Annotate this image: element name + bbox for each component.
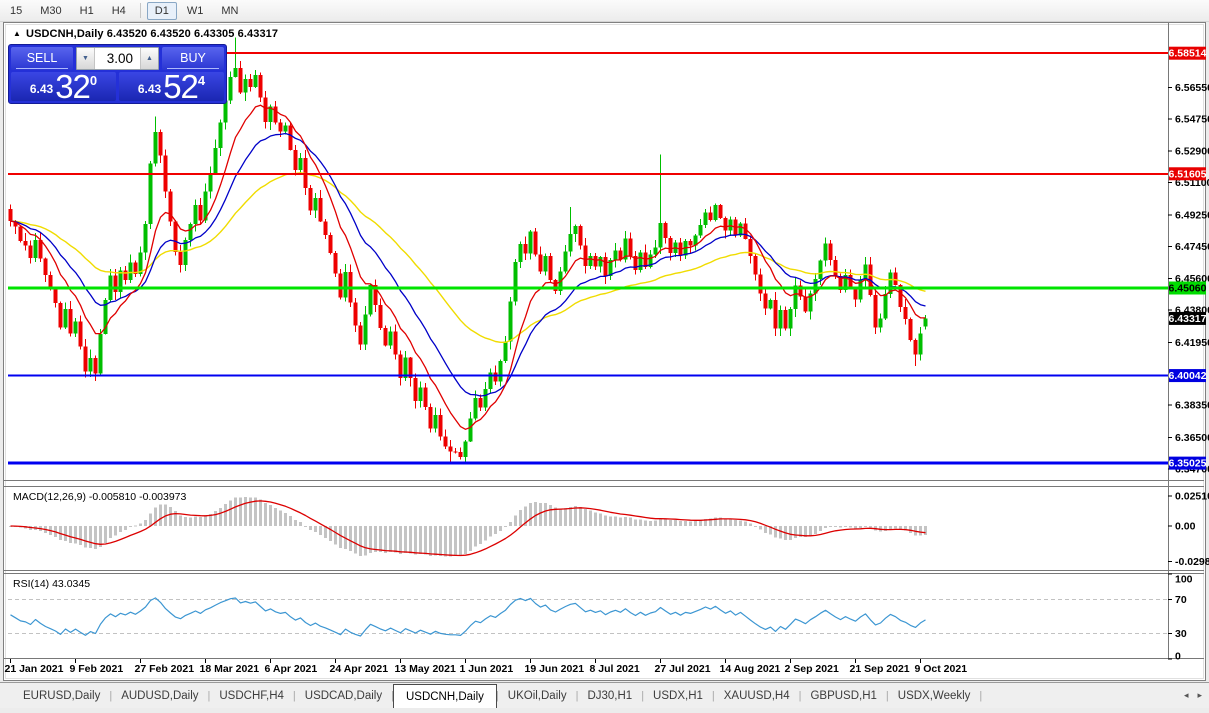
sell-price-small: 6.43: [30, 82, 53, 96]
svg-text:1 Jun 2021: 1 Jun 2021: [460, 663, 514, 675]
volume-decrease-button[interactable]: ▼: [77, 48, 95, 69]
timeframe-toolbar: 15M30H1H4 D1W1MN: [0, 0, 1209, 22]
chart-title: ▲ USDCNH,Daily 6.43520 6.43520 6.43305 6.…: [13, 28, 278, 40]
chart-tab-usdx-weekly[interactable]: USDX,Weekly: [889, 683, 980, 708]
svg-text:100: 100: [1175, 574, 1193, 586]
chart-tab-usdx-h1[interactable]: USDX,H1: [644, 683, 712, 708]
macd-label: MACD(12,26,9) -0.005810 -0.003973: [13, 491, 186, 503]
collapse-arrow-icon[interactable]: ▲: [13, 29, 21, 38]
chart-title-text: USDCNH,Daily 6.43520 6.43520 6.43305 6.4…: [26, 28, 278, 40]
chart-tab-usdcnh-daily[interactable]: USDCNH,Daily: [393, 684, 497, 708]
volume-input[interactable]: 3.00: [95, 48, 140, 69]
chart-tab-dj30-h1[interactable]: DJ30,H1: [578, 683, 641, 708]
timeframe-button-d1[interactable]: D1: [147, 2, 177, 20]
sell-price-big: 32: [55, 72, 90, 101]
sell-button[interactable]: SELL: [11, 47, 73, 70]
svg-text:6.38350: 6.38350: [1175, 400, 1209, 412]
tab-scroll-left-icon[interactable]: ◂: [1184, 690, 1189, 701]
svg-text:6.41950: 6.41950: [1175, 337, 1209, 349]
svg-text:6.51605: 6.51605: [1169, 168, 1207, 180]
sell-price-sup: 0: [90, 73, 97, 88]
timeframe-button-15[interactable]: 15: [2, 2, 30, 20]
svg-text:6.45060: 6.45060: [1169, 283, 1207, 295]
svg-text:6.56550: 6.56550: [1175, 82, 1209, 94]
chart-tabbar: EURUSD,Daily|AUDUSD,Daily|USDCHF,H4|USDC…: [0, 682, 1209, 708]
svg-text:6.49250: 6.49250: [1175, 209, 1209, 221]
svg-text:6.54750: 6.54750: [1175, 113, 1209, 125]
svg-text:14 Aug 2021: 14 Aug 2021: [720, 663, 781, 675]
svg-text:6.43317: 6.43317: [1169, 313, 1207, 325]
svg-text:6 Apr 2021: 6 Apr 2021: [265, 663, 318, 675]
svg-text:6.52900: 6.52900: [1175, 146, 1209, 158]
chart-tab-usdchf-h4[interactable]: USDCHF,H4: [210, 683, 293, 708]
svg-text:6.36500: 6.36500: [1175, 432, 1209, 444]
rsi-label: RSI(14) 43.0345: [13, 578, 90, 590]
tab-scroll-right-icon[interactable]: ▸: [1197, 690, 1202, 701]
svg-text:0.025108: 0.025108: [1175, 491, 1209, 503]
buy-button[interactable]: BUY: [162, 47, 224, 70]
chart-tab-xauusd-h4[interactable]: XAUUSD,H4: [715, 683, 799, 708]
buy-price-big: 52: [163, 72, 198, 101]
svg-text:-0.02988: -0.02988: [1175, 556, 1209, 568]
chart-tab-audusd-daily[interactable]: AUDUSD,Daily: [112, 683, 207, 708]
timeframe-button-h4[interactable]: H4: [104, 2, 134, 20]
timeframe-button-w1[interactable]: W1: [179, 2, 212, 20]
chart-tab-eurusd-daily[interactable]: EURUSD,Daily: [14, 683, 109, 708]
svg-text:6.58514: 6.58514: [1169, 48, 1207, 60]
svg-text:8 Jul 2021: 8 Jul 2021: [590, 663, 640, 675]
svg-text:70: 70: [1175, 594, 1187, 606]
chart-tab-gbpusd-h1[interactable]: GBPUSD,H1: [801, 683, 885, 708]
svg-text:0.00: 0.00: [1175, 521, 1196, 533]
svg-text:19 Jun 2021: 19 Jun 2021: [525, 663, 585, 675]
svg-text:13 May 2021: 13 May 2021: [395, 663, 456, 675]
svg-text:6.47450: 6.47450: [1175, 241, 1209, 253]
chart-tab-ukoil-daily[interactable]: UKOil,Daily: [499, 683, 576, 708]
chart-canvas[interactable]: 6.565506.547506.529006.511006.492506.474…: [0, 0, 1209, 708]
svg-text:27 Feb 2021: 27 Feb 2021: [135, 663, 195, 675]
svg-text:21 Sep 2021: 21 Sep 2021: [850, 663, 910, 675]
volume-spinner: ▼ 3.00 ▲: [76, 47, 159, 70]
buy-price-sup: 4: [198, 73, 205, 88]
timeframe-button-mn[interactable]: MN: [213, 2, 246, 20]
toolbar-separator: [140, 3, 141, 18]
timeframe-button-m30[interactable]: M30: [32, 2, 69, 20]
svg-text:9 Feb 2021: 9 Feb 2021: [70, 663, 124, 675]
svg-text:2 Sep 2021: 2 Sep 2021: [785, 663, 839, 675]
tab-separator: |: [979, 690, 982, 702]
volume-increase-button[interactable]: ▲: [140, 48, 158, 69]
svg-text:30: 30: [1175, 628, 1187, 640]
svg-text:6.40042: 6.40042: [1169, 370, 1207, 382]
svg-text:6.35025: 6.35025: [1169, 458, 1207, 470]
timeframe-button-h1[interactable]: H1: [72, 2, 102, 20]
svg-text:27 Jul 2021: 27 Jul 2021: [655, 663, 711, 675]
svg-text:24 Apr 2021: 24 Apr 2021: [330, 663, 389, 675]
svg-text:0: 0: [1175, 651, 1181, 663]
one-click-trade-panel: SELL ▼ 3.00 ▲ BUY 6.43320 6.43524: [8, 44, 227, 104]
buy-price-display[interactable]: 6.43524: [119, 72, 224, 101]
buy-price-small: 6.43: [138, 82, 161, 96]
chart-tab-usdcad-daily[interactable]: USDCAD,Daily: [296, 683, 391, 708]
sell-price-display[interactable]: 6.43320: [11, 72, 116, 101]
svg-text:18 Mar 2021: 18 Mar 2021: [200, 663, 260, 675]
svg-text:9 Oct 2021: 9 Oct 2021: [915, 663, 968, 675]
svg-text:21 Jan 2021: 21 Jan 2021: [5, 663, 64, 675]
